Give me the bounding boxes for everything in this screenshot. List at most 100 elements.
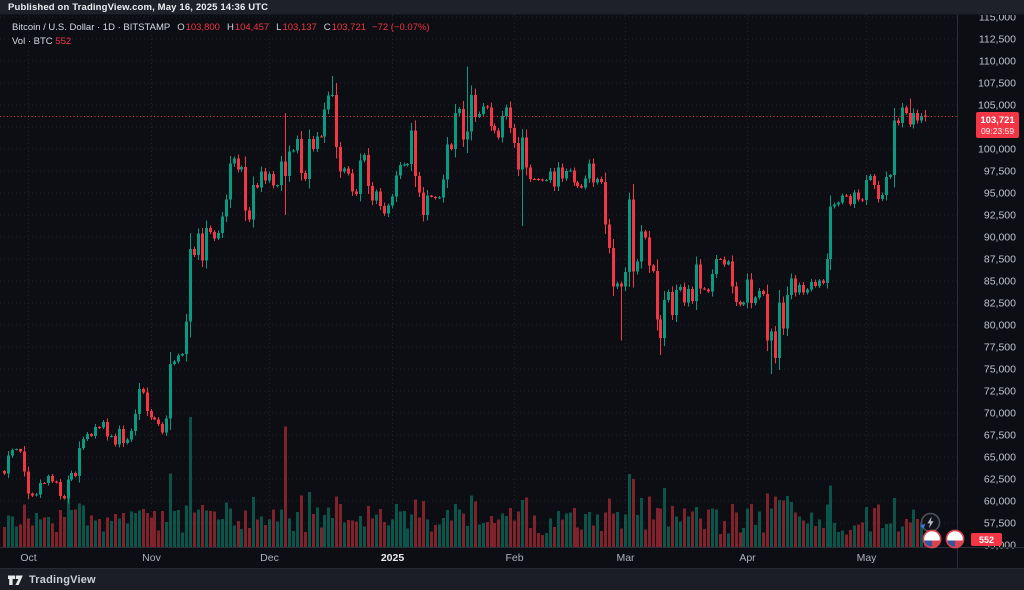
candle-body (466, 131, 469, 139)
volume-bar (845, 535, 848, 547)
candle-body (284, 161, 287, 175)
candle-body (15, 449, 18, 450)
volume-bar (829, 485, 832, 547)
candle-body (569, 170, 572, 171)
price-tick-label: 67,500 (984, 430, 1016, 442)
low-value: 103,137 (282, 22, 316, 33)
candle-body (181, 354, 184, 355)
candle-body (667, 292, 670, 300)
volume-bar (699, 518, 702, 547)
tradingview-logo-icon[interactable] (8, 574, 23, 586)
candle-body (774, 332, 777, 358)
candle-body (624, 272, 627, 287)
volume-bar (742, 528, 745, 547)
candle-body (414, 131, 417, 176)
candle-body (683, 287, 686, 303)
candle-body (406, 164, 409, 165)
candle-body (142, 389, 145, 392)
candle-body (256, 185, 259, 187)
volume-bar (221, 519, 224, 547)
candle-body (486, 107, 489, 108)
candle-body (134, 414, 137, 431)
candle-body (383, 206, 386, 214)
candle-body (482, 107, 485, 115)
candlestick-chart[interactable]: 55,00057,50060,00062,50065,00067,50070,0… (0, 0, 1024, 590)
volume-bar (229, 508, 232, 547)
candle-body (557, 168, 560, 187)
candle-body (94, 427, 97, 436)
volume-bar (612, 514, 615, 547)
candle-body (620, 284, 623, 287)
candle-body (189, 249, 192, 322)
volume-bar (138, 510, 141, 547)
volume-bar (497, 520, 500, 547)
volume-bar (316, 507, 319, 547)
volume-bar (35, 513, 38, 547)
volume-bar (750, 504, 753, 547)
candle-body (458, 109, 461, 113)
volume-bar (731, 504, 734, 547)
candle-body (292, 150, 295, 151)
volume-bar (553, 527, 556, 547)
volume-bar (541, 535, 544, 547)
candle-body (110, 436, 113, 437)
candle-body (225, 199, 228, 216)
candle-body (616, 284, 619, 287)
volume-bar (549, 519, 552, 547)
volume-bar (648, 496, 651, 547)
volume-bar (19, 525, 22, 547)
volume-bar (63, 517, 66, 547)
candle-body (74, 473, 77, 476)
symbol-title[interactable]: Bitcoin / U.S. Dollar · 1D · BITSTAMP (12, 22, 170, 33)
candle-body (157, 419, 160, 424)
candle-body (161, 424, 164, 432)
volume-bar (55, 532, 58, 547)
candle-body (889, 175, 892, 177)
volume-bar (592, 525, 595, 547)
volume-bar (347, 520, 350, 547)
volume-bar (865, 507, 868, 547)
volume-bar (770, 509, 773, 547)
volume-bar (561, 520, 564, 547)
volume-bar (822, 528, 825, 547)
volume-bar (205, 511, 208, 547)
candle-body (719, 259, 722, 260)
candle-body (509, 107, 512, 127)
volume-bar (442, 518, 445, 547)
candle-body (146, 392, 149, 411)
volume-bar (70, 510, 73, 547)
candle-body (244, 167, 247, 210)
volume-bar (383, 522, 386, 547)
volume-bar (719, 534, 722, 547)
candle-body (565, 171, 568, 179)
volume-bar (853, 526, 856, 547)
candle-body (806, 290, 809, 293)
volume-bar (142, 509, 145, 547)
volume-bar (798, 516, 801, 547)
candle-body (798, 285, 801, 293)
candle-body (822, 280, 825, 282)
candle-body (790, 278, 793, 295)
volume-bar (533, 515, 536, 547)
volume-bar (644, 530, 647, 547)
candle-body (853, 193, 856, 204)
candle-body (750, 280, 753, 304)
volume-bar (181, 533, 184, 547)
price-tick-label: 62,500 (984, 474, 1016, 486)
volume-bar (197, 510, 200, 547)
volume-bar (15, 526, 18, 547)
candle-body (59, 482, 62, 496)
brand-name[interactable]: TradingView (29, 574, 96, 586)
candle-body (122, 429, 125, 443)
candle-body (600, 179, 603, 182)
volume-bar (161, 511, 164, 547)
volume-bar (458, 509, 461, 547)
candle-body (505, 107, 508, 116)
candle-body (873, 176, 876, 185)
candle-body (814, 282, 817, 286)
candle-body (430, 196, 433, 197)
volume-bar (308, 492, 311, 547)
volume-bar (237, 521, 240, 547)
candle-body (450, 145, 453, 150)
volume-bar (43, 517, 46, 547)
